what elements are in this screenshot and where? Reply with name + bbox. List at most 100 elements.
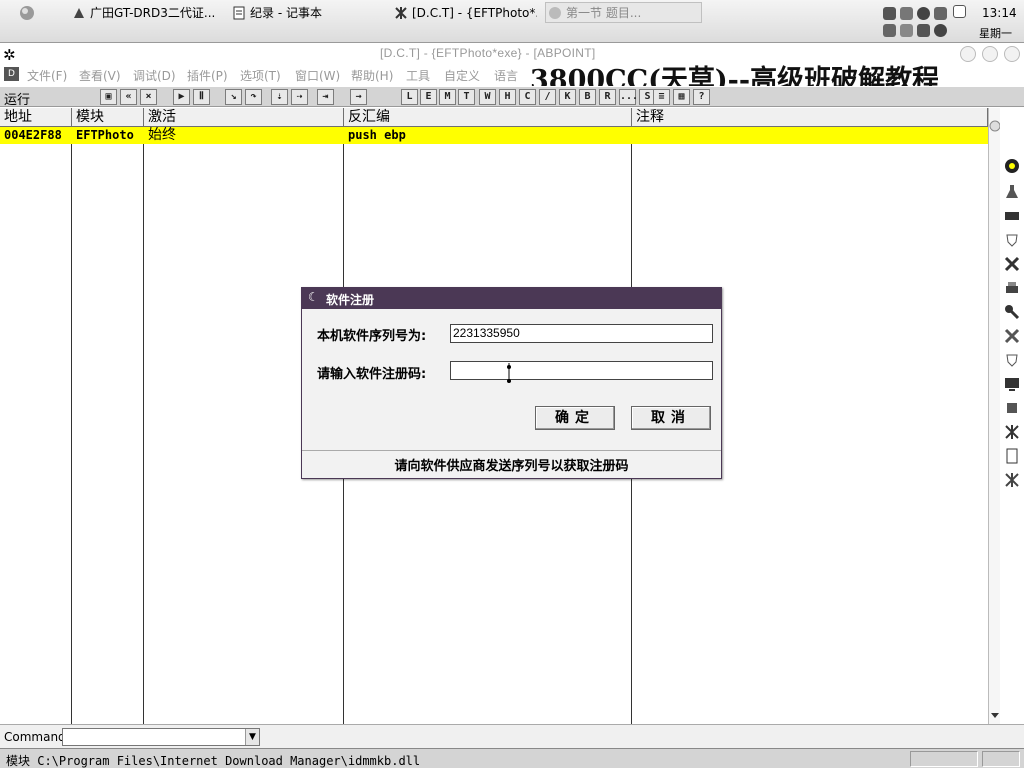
cross-tools-icon[interactable] (1004, 256, 1020, 272)
chevron-down-icon[interactable]: ▼ (245, 729, 259, 745)
side-toolbar (1000, 108, 1024, 724)
menu-window[interactable]: 窗口(W) (295, 67, 340, 84)
app-icon (74, 7, 84, 18)
grid-icon[interactable]: ▦ (673, 89, 690, 105)
toolbar-letter-button[interactable]: L (401, 89, 418, 105)
column-header-address[interactable]: 地址 (0, 108, 72, 127)
scissors-icon[interactable] (1004, 424, 1020, 440)
column-divider (143, 127, 144, 724)
toolbar-letter-button[interactable]: T (458, 89, 475, 105)
monitor-icon[interactable] (1004, 376, 1020, 392)
volume-icon[interactable] (934, 24, 947, 37)
step-over-icon[interactable]: ↷ (245, 89, 262, 105)
start-menu-icon[interactable] (14, 3, 40, 23)
toolbar-letter-button[interactable]: B (579, 89, 596, 105)
maximize-button[interactable] (982, 46, 998, 62)
tray-app-icon[interactable] (900, 24, 913, 37)
radiation-icon[interactable] (1004, 158, 1020, 174)
restart-icon[interactable]: « (120, 89, 137, 105)
toolbar-letter-button[interactable]: K (559, 89, 576, 105)
status-text: 模块 C:\Program Files\Internet Download Ma… (6, 754, 421, 768)
serial-label: 本机软件序列号为: (317, 329, 427, 344)
goto-icon[interactable]: → (350, 89, 367, 105)
toolbar-letter-button[interactable]: / (539, 89, 556, 105)
task-item-dct[interactable]: [D.C.T] - {EFTPhoto*... (392, 2, 537, 23)
clock: 13:14 (982, 6, 1017, 20)
toolbar-letter-button[interactable]: H (499, 89, 516, 105)
trace-into-icon[interactable]: ⇣ (271, 89, 288, 105)
step-into-icon[interactable]: ↘ (225, 89, 242, 105)
registration-code-field[interactable] (450, 361, 713, 380)
ok-button[interactable]: 确定 (535, 406, 615, 430)
command-bar: Command ▼ (0, 724, 1024, 748)
execute-till-return-icon[interactable]: ⇥ (317, 89, 334, 105)
key-icon[interactable] (1004, 304, 1020, 320)
table-row[interactable]: 004E2F88 EFTPhoto 始终 push ebp (0, 127, 988, 144)
open-icon[interactable]: ▣ (100, 89, 117, 105)
tray-app-icon[interactable] (900, 7, 913, 20)
bug-icon: ✲ (3, 46, 16, 64)
close-button[interactable] (1004, 46, 1020, 62)
trace-over-icon[interactable]: ⇢ (291, 89, 308, 105)
divider (302, 450, 721, 451)
serial-field[interactable]: 2231335950 (450, 324, 713, 343)
menu-tools[interactable]: 工具 (406, 67, 430, 84)
menu-debug[interactable]: 调试(D) (133, 67, 176, 84)
menu-plugins[interactable]: 插件(P) (187, 67, 228, 84)
registration-dialog: ☾ 软件注册 本机软件序列号为: 2231335950 请输入软件注册码: 确定… (301, 287, 722, 479)
toolbar-letter-button[interactable]: W (479, 89, 496, 105)
dialog-titlebar[interactable]: ☾ 软件注册 (302, 288, 721, 309)
task-item-notepad[interactable]: 纪录 - 记事本 (230, 2, 380, 23)
cell-active: 始终 (148, 127, 176, 143)
scroll-down-icon[interactable] (990, 710, 1000, 720)
command-input[interactable]: ▼ (62, 728, 260, 746)
shield-icon[interactable] (1004, 352, 1020, 368)
chip-icon[interactable] (1004, 400, 1020, 416)
menu-file[interactable]: 文件(F) (27, 67, 67, 84)
menu-language[interactable]: 语言 (494, 67, 518, 84)
minimize-button[interactable] (960, 46, 976, 62)
column-header-disassembly[interactable]: 反汇编 (344, 108, 632, 127)
bug-icon (395, 6, 407, 19)
close-icon[interactable]: × (140, 89, 157, 105)
toolbar-letter-button[interactable]: C (519, 89, 536, 105)
menu-options[interactable]: 选项(T) (240, 67, 281, 84)
run-icon[interactable]: ▶ (173, 89, 190, 105)
moon-icon: ☾ (308, 290, 319, 304)
player-icon (549, 6, 561, 19)
tray-app-icon[interactable] (917, 24, 930, 37)
toolbar-letter-button[interactable]: R (599, 89, 616, 105)
network-icon[interactable] (883, 7, 896, 20)
flask-icon[interactable] (1004, 184, 1020, 200)
task-label: 第一节 题目... (566, 6, 642, 20)
tray-app-icon[interactable] (934, 7, 947, 20)
task-item-gt-drd3[interactable]: 广田GT-DRD3二代证... (70, 2, 220, 23)
toolbar-letter-button[interactable]: M (439, 89, 456, 105)
pause-icon[interactable]: Ⅱ (193, 89, 210, 105)
shield-icon[interactable] (1004, 232, 1020, 248)
task-item-lesson[interactable]: 第一节 题目... (545, 2, 702, 23)
tray-app-icon[interactable] (883, 24, 896, 37)
toolbar-letter-button[interactable]: ... (619, 89, 638, 105)
vertical-scrollbar[interactable] (988, 108, 1001, 724)
cell-address: 004E2F88 (4, 128, 62, 142)
list-icon[interactable]: ≡ (653, 89, 670, 105)
wrench-icon[interactable] (1004, 328, 1020, 344)
printer-icon[interactable] (1004, 280, 1020, 296)
menu-help[interactable]: 帮助(H) (351, 67, 393, 84)
toolbar-letter-button[interactable]: E (420, 89, 437, 105)
tray-app-icon[interactable] (953, 5, 966, 18)
tray-app-icon[interactable] (917, 7, 930, 20)
menu-view[interactable]: 查看(V) (79, 67, 121, 84)
column-header-comment[interactable]: 注释 (632, 108, 988, 127)
column-header-module[interactable]: 模块 (72, 108, 144, 127)
help-icon[interactable]: ? (693, 89, 710, 105)
keyboard-icon[interactable] (1004, 208, 1020, 224)
menu-customize[interactable]: 自定义 (444, 67, 480, 84)
system-menu-icon[interactable]: D (4, 67, 19, 81)
document-icon[interactable] (1004, 448, 1020, 464)
cancel-button[interactable]: 取消 (631, 406, 711, 430)
registration-code-label: 请输入软件注册码: (317, 367, 427, 382)
bug-icon[interactable] (1004, 472, 1020, 488)
column-header-active[interactable]: 激活 (144, 108, 344, 127)
